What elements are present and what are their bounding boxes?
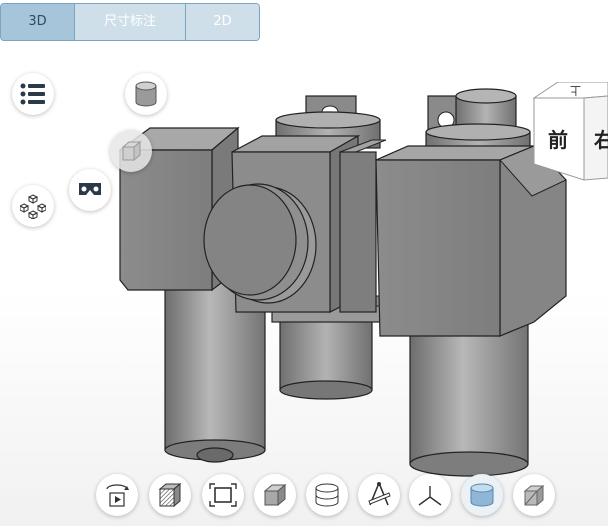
view-cube[interactable]: 上 前 右 <box>528 81 608 182</box>
tab-dimension[interactable]: 尺寸标注 <box>75 4 186 40</box>
tab-2d[interactable]: 2D <box>186 4 259 40</box>
measure-icon <box>368 482 391 506</box>
cube-icon <box>121 140 142 162</box>
solid-view-button[interactable] <box>254 474 296 516</box>
fit-view-icon <box>209 483 237 507</box>
rotate-play-icon <box>106 484 129 507</box>
list-icon <box>20 83 45 105</box>
view-mode-tabs: 3D 尺寸标注 2D <box>0 3 260 41</box>
measure-button[interactable] <box>358 474 400 516</box>
wireframe-view-button[interactable] <box>306 474 348 516</box>
view-cube-top-label[interactable]: 上 <box>570 83 581 99</box>
cube-view-button[interactable] <box>110 130 152 172</box>
axis-button[interactable] <box>409 474 451 516</box>
explode-view-button[interactable] <box>12 185 54 227</box>
material-icon <box>470 483 494 507</box>
model-render <box>118 88 567 477</box>
tab-3d[interactable]: 3D <box>1 4 75 40</box>
solid-cube-icon <box>263 483 287 507</box>
vr-headset-icon <box>79 183 101 195</box>
3d-viewport[interactable]: 上 前 右 3D 尺寸标注 2D <box>0 0 608 526</box>
view-cube-front-label[interactable]: 前 <box>548 124 568 153</box>
material-button[interactable] <box>461 474 503 516</box>
fit-view-button[interactable] <box>202 474 244 516</box>
section-icon <box>158 482 182 508</box>
explode-icon <box>20 194 46 219</box>
vr-button[interactable] <box>69 169 111 211</box>
cylinder-view-button[interactable] <box>125 73 167 115</box>
axis-icon <box>418 486 442 506</box>
cylinder-icon <box>135 81 157 107</box>
model-tree-button[interactable] <box>12 73 54 115</box>
display-mode-icon <box>523 484 545 507</box>
display-mode-button[interactable] <box>513 474 555 516</box>
view-cube-right-label[interactable]: 右 <box>594 124 608 153</box>
right-bowl <box>409 317 529 477</box>
auto-rotate-button[interactable] <box>96 474 138 516</box>
wire-cylinder-icon <box>315 483 339 507</box>
section-view-button[interactable] <box>149 474 191 516</box>
